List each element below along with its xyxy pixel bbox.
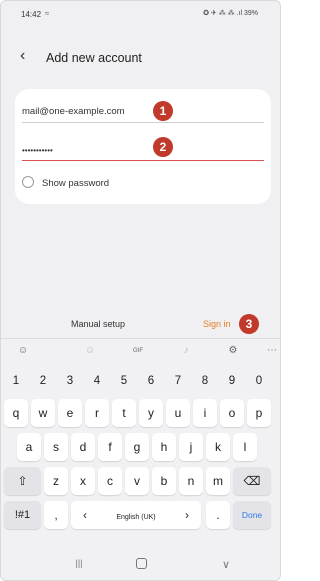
key-k[interactable]: k: [206, 433, 230, 461]
key-t[interactable]: t: [112, 399, 136, 427]
back-icon[interactable]: ‹: [20, 47, 25, 65]
key-h[interactable]: h: [152, 433, 176, 461]
callout-badge-2: 2: [153, 137, 173, 157]
key-4[interactable]: 4: [85, 367, 109, 395]
key-y[interactable]: y: [139, 399, 163, 427]
symbols-key[interactable]: !#1: [4, 501, 41, 529]
navigation-bar: ||| ∨: [1, 552, 280, 580]
action-row: Manual setup Sign in 3: [1, 313, 280, 335]
manual-setup-button[interactable]: Manual setup: [71, 319, 125, 329]
app-bar: ‹ Add new account: [1, 43, 280, 73]
key-b[interactable]: b: [152, 467, 176, 495]
key-8[interactable]: 8: [193, 367, 217, 395]
more-icon[interactable]: ⋯: [262, 341, 280, 361]
status-icons: ✪ ✈ ⁂ ⁂ .ıl 39%: [203, 10, 258, 17]
key-3[interactable]: 3: [58, 367, 82, 395]
phone-screen: 14:42 ≈ ✪ ✈ ⁂ ⁂ .ıl 39% ‹ Add new accoun…: [0, 0, 281, 581]
cursor-left-icon[interactable]: ‹: [83, 501, 87, 529]
settings-icon[interactable]: ⚙: [223, 341, 243, 361]
done-key[interactable]: Done: [233, 501, 271, 529]
space-language-label: English (UK): [116, 514, 156, 521]
account-form-card: mail@one-example.com ••••••••••• Show pa…: [15, 89, 271, 204]
page-title: Add new account: [46, 51, 142, 65]
key-l[interactable]: l: [233, 433, 257, 461]
show-password-option[interactable]: Show password: [22, 176, 110, 189]
key-o[interactable]: o: [220, 399, 244, 427]
key-0[interactable]: 0: [247, 367, 271, 395]
wifi-icon: ≈: [45, 9, 50, 18]
callout-badge-1: 1: [153, 101, 173, 121]
nav-back-icon[interactable]: ∨: [216, 558, 236, 571]
sticker-icon[interactable]: ☺: [80, 341, 100, 361]
key-a[interactable]: a: [17, 433, 41, 461]
status-bar: 14:42 ≈ ✪ ✈ ⁂ ⁂ .ıl 39%: [1, 1, 280, 23]
key-2[interactable]: 2: [31, 367, 55, 395]
shift-key[interactable]: ⇧: [4, 467, 41, 495]
recent-apps-icon[interactable]: |||: [69, 558, 89, 568]
gif-icon[interactable]: GIF: [128, 341, 148, 361]
key-1[interactable]: 1: [4, 367, 28, 395]
callout-badge-3: 3: [239, 314, 259, 334]
key-g[interactable]: g: [125, 433, 149, 461]
sign-in-button[interactable]: Sign in: [203, 319, 231, 329]
show-password-label: Show password: [42, 178, 110, 189]
key-d[interactable]: d: [71, 433, 95, 461]
key-s[interactable]: s: [44, 433, 68, 461]
key-e[interactable]: e: [58, 399, 82, 427]
key-u[interactable]: u: [166, 399, 190, 427]
key-p[interactable]: p: [247, 399, 271, 427]
key-f[interactable]: f: [98, 433, 122, 461]
password-underline: [22, 160, 264, 161]
keyboard: ☺ ☺ GIF ♪ ⚙ ⋯ 1 2 3 4 5 6 7 8 9 0 q w e …: [1, 338, 280, 547]
key-5[interactable]: 5: [112, 367, 136, 395]
home-icon[interactable]: [131, 558, 151, 572]
key-9[interactable]: 9: [220, 367, 244, 395]
status-time: 14:42: [21, 10, 42, 19]
key-6[interactable]: 6: [139, 367, 163, 395]
mic-icon[interactable]: ♪: [176, 341, 196, 361]
key-z[interactable]: z: [44, 467, 68, 495]
emoji-icon[interactable]: ☺: [13, 341, 33, 361]
key-w[interactable]: w: [31, 399, 55, 427]
backspace-key[interactable]: ⌫: [233, 467, 271, 495]
space-key[interactable]: ‹ English (UK) ›: [71, 501, 201, 529]
period-key[interactable]: .: [206, 501, 230, 529]
key-v[interactable]: v: [125, 467, 149, 495]
password-value: •••••••••••: [22, 146, 53, 155]
cursor-right-icon[interactable]: ›: [185, 501, 189, 529]
key-m[interactable]: m: [206, 467, 230, 495]
show-password-radio[interactable]: [22, 176, 34, 189]
comma-key[interactable]: ,: [44, 501, 68, 529]
key-q[interactable]: q: [4, 399, 28, 427]
key-j[interactable]: j: [179, 433, 203, 461]
key-n[interactable]: n: [179, 467, 203, 495]
key-r[interactable]: r: [85, 399, 109, 427]
password-field[interactable]: •••••••••••: [22, 141, 264, 161]
key-7[interactable]: 7: [166, 367, 190, 395]
email-underline: [22, 122, 264, 123]
email-field[interactable]: mail@one-example.com: [22, 103, 264, 123]
key-x[interactable]: x: [71, 467, 95, 495]
email-value: mail@one-example.com: [22, 106, 125, 117]
key-c[interactable]: c: [98, 467, 122, 495]
key-i[interactable]: i: [193, 399, 217, 427]
